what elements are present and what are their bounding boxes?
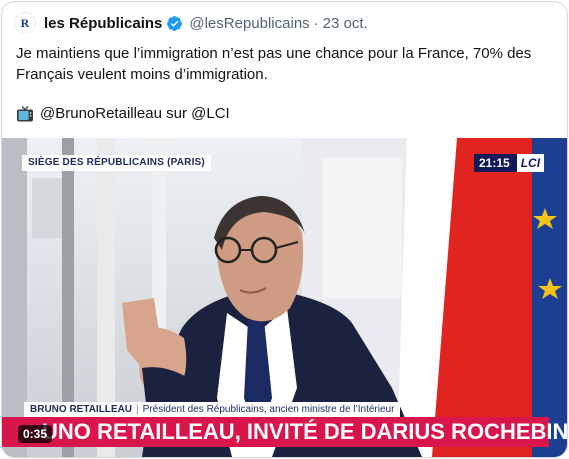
ticker-banner: UNO RETAILLEAU, INVITÉ DE DARIUS ROCHEBI… bbox=[2, 417, 567, 447]
tweet-text-line: Je maintiens que l’immigration n’est pas… bbox=[16, 45, 532, 62]
channel-logo: LCI bbox=[514, 154, 545, 172]
tweet-text-line: Français veulent moins d’immigration. bbox=[16, 66, 268, 83]
timestamp[interactable]: 23 oct. bbox=[323, 15, 368, 32]
display-name[interactable]: les Républicains bbox=[44, 15, 162, 32]
avatar[interactable]: R bbox=[14, 12, 36, 34]
tweet-card[interactable]: R les Républicains @lesRepublicains · 23… bbox=[1, 1, 568, 458]
tweet-text: Je maintiens que l’immigration n’est pas… bbox=[16, 43, 556, 85]
tweet-header: R les Républicains @lesRepublicains · 23… bbox=[14, 12, 368, 34]
broadcast-clock: 21:15 LCI bbox=[474, 154, 545, 172]
video-player[interactable]: SIÈGE DES RÉPUBLICAINS (PARIS) 21:15 LCI… bbox=[2, 138, 567, 457]
television-icon bbox=[16, 105, 34, 123]
separator-dot: · bbox=[313, 14, 319, 32]
lower-third: BRUNO RETAILLEAU | Président des Républi… bbox=[24, 402, 401, 417]
location-banner: SIÈGE DES RÉPUBLICAINS (PARIS) bbox=[22, 155, 211, 171]
guest-separator: | bbox=[136, 404, 139, 415]
tweet-credit: @BrunoRetailleau sur @LCI bbox=[16, 104, 230, 124]
clock-time: 21:15 bbox=[474, 154, 515, 172]
verified-badge-icon bbox=[166, 15, 183, 32]
video-duration: 0:35 bbox=[18, 425, 53, 443]
avatar-letter: R bbox=[20, 15, 30, 30]
guest-title: Président des Républicains, ancien minis… bbox=[142, 404, 395, 415]
user-handle[interactable]: @lesRepublicains bbox=[189, 15, 309, 32]
guest-name: BRUNO RETAILLEAU bbox=[30, 404, 133, 415]
credit-text[interactable]: @BrunoRetailleau sur @LCI bbox=[40, 104, 230, 124]
